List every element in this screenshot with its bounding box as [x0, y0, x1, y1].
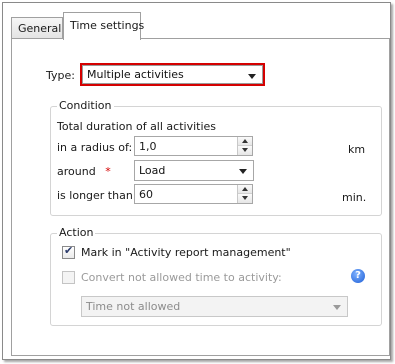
radius-spinner: [237, 137, 252, 155]
around-select-value: Load: [139, 164, 166, 177]
condition-group: Condition Total duration of all activiti…: [50, 99, 382, 216]
tab-general[interactable]: General: [11, 17, 63, 39]
radius-input[interactable]: 1,0: [134, 136, 253, 156]
mark-checkbox[interactable]: [62, 244, 75, 259]
around-select[interactable]: Load: [134, 160, 254, 181]
action-group: Action Mark in "Activity report manageme…: [50, 226, 382, 326]
type-select-value: Multiple activities: [87, 68, 184, 81]
longer-decrement-button[interactable]: [238, 194, 252, 203]
chevron-down-icon: [333, 305, 341, 310]
radius-unit: km: [348, 143, 366, 156]
required-marker: *: [105, 165, 111, 178]
around-label-row: around *: [57, 165, 111, 178]
tab-time-settings[interactable]: Time settings: [63, 12, 144, 40]
type-highlight: Multiple activities: [80, 63, 265, 86]
longer-spinner: [237, 185, 252, 203]
longer-unit: min.: [342, 191, 367, 204]
time-settings-panel: Type: Multiple activities Condition Tota…: [11, 38, 390, 356]
condition-legend: Condition: [57, 99, 114, 112]
type-select[interactable]: Multiple activities: [82, 65, 263, 84]
radius-increment-button[interactable]: [238, 137, 252, 146]
type-label: Type:: [46, 69, 75, 82]
mark-label[interactable]: Mark in "Activity report management": [81, 246, 291, 259]
condition-description: Total duration of all activities: [57, 120, 217, 133]
convert-checkbox[interactable]: [62, 271, 75, 284]
chevron-down-icon: [239, 169, 247, 174]
radius-decrement-button[interactable]: [238, 146, 252, 155]
activity-select-value: Time not allowed: [86, 300, 181, 313]
radius-value: 1,0: [139, 140, 157, 153]
around-label: around: [57, 165, 96, 178]
help-icon[interactable]: ?: [351, 269, 365, 283]
dialog-frame: General Time settings Type: Multiple act…: [2, 2, 391, 360]
longer-value: 60: [139, 188, 153, 201]
action-legend: Action: [57, 226, 96, 239]
activity-select[interactable]: Time not allowed: [81, 296, 348, 317]
longer-input[interactable]: 60: [134, 184, 253, 204]
radius-label: in a radius of:: [57, 141, 133, 154]
convert-label[interactable]: Convert not allowed time to activity:: [81, 271, 282, 284]
longer-increment-button[interactable]: [238, 185, 252, 194]
chevron-down-icon: [248, 74, 256, 79]
longer-label: is longer than:: [57, 189, 137, 202]
